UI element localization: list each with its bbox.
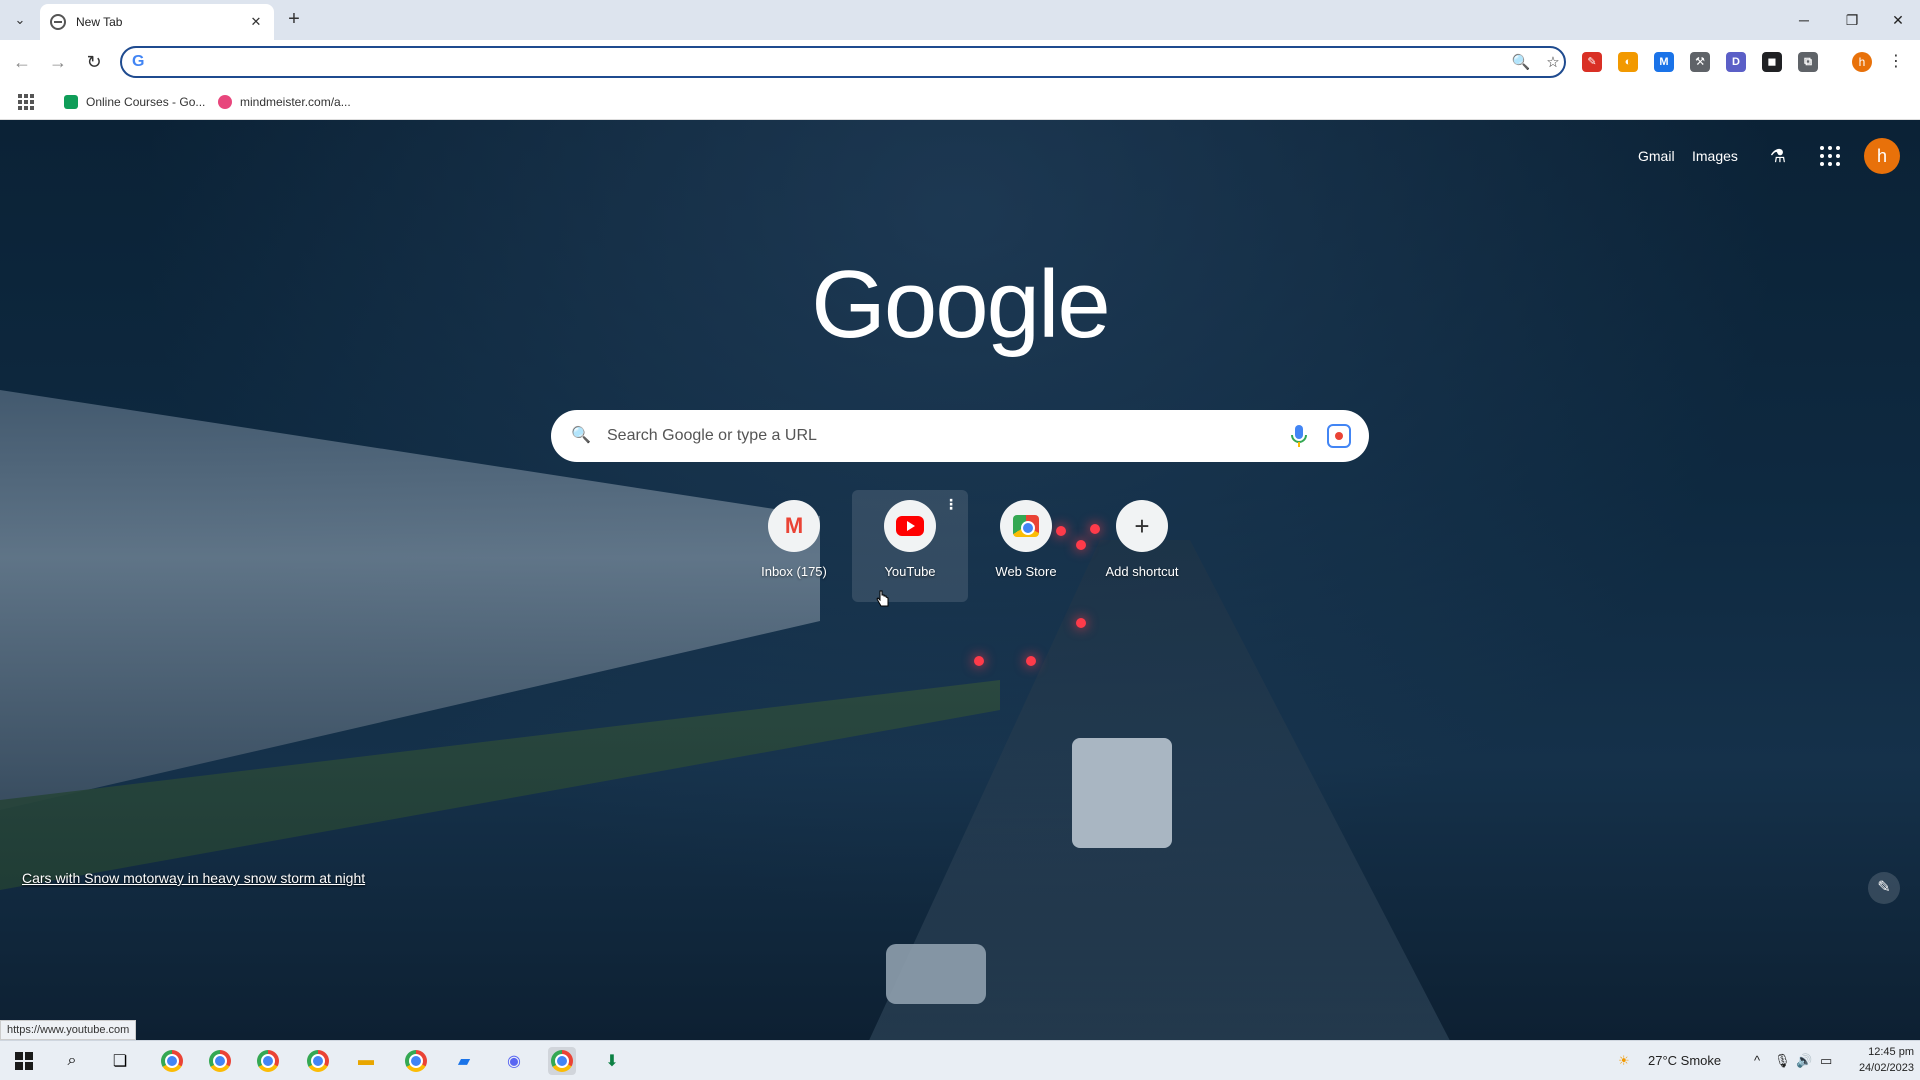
chrome-taskbar-icon[interactable] bbox=[158, 1047, 186, 1075]
tab-strip: ⌄ New Tab ✕ + ─ ❐ ✕ bbox=[0, 0, 1920, 40]
bookmark-label: Online Courses - Go... bbox=[86, 95, 206, 109]
chrome-taskbar-icon[interactable] bbox=[254, 1047, 282, 1075]
shortcut-label: Inbox (175) bbox=[761, 564, 827, 579]
background-van bbox=[1072, 738, 1172, 848]
download-app-icon[interactable]: ⬇ bbox=[598, 1047, 626, 1075]
screen-extension-icon[interactable]: ◼ bbox=[1762, 52, 1782, 72]
background-attribution-link[interactable]: Cars with Snow motorway in heavy snow st… bbox=[22, 870, 365, 894]
start-button[interactable] bbox=[10, 1047, 38, 1075]
volume-icon[interactable]: 🔊 bbox=[1796, 1051, 1812, 1071]
address-bar[interactable]: G 🔍 ☆ bbox=[120, 46, 1566, 78]
labs-flask-icon[interactable]: ⚗ bbox=[1766, 144, 1790, 168]
google-logo: Google bbox=[811, 251, 1111, 358]
chrome-menu-icon[interactable]: ⋮ bbox=[1888, 52, 1904, 72]
search-input[interactable] bbox=[607, 424, 1247, 448]
puzzle-extension-icon[interactable]: ⧉ bbox=[1798, 52, 1818, 72]
tray-chevron-icon[interactable]: ^ bbox=[1754, 1051, 1760, 1071]
discord-icon[interactable]: ◉ bbox=[500, 1047, 528, 1075]
hand-cursor-icon bbox=[876, 590, 889, 607]
bookmarks-bar: Online Courses - Go... mindmeister.com/a… bbox=[0, 84, 1920, 120]
shortcut-web-store[interactable]: Web Store bbox=[968, 490, 1084, 602]
gmail-icon: M bbox=[768, 500, 820, 552]
google-g-icon: G bbox=[132, 53, 145, 70]
notification-icon[interactable]: ▭ bbox=[1820, 1051, 1832, 1071]
windows-icon bbox=[15, 1052, 33, 1070]
tab-title: New Tab bbox=[76, 15, 123, 29]
mindmeister-icon bbox=[218, 95, 232, 109]
file-explorer-icon[interactable]: ▬ bbox=[352, 1047, 380, 1075]
search-taskbar-icon[interactable]: ⌕ bbox=[58, 1047, 86, 1075]
new-tab-button[interactable]: + bbox=[282, 8, 306, 32]
address-input[interactable] bbox=[158, 51, 1478, 73]
reload-button[interactable]: ↻ bbox=[82, 50, 106, 74]
search-icon: 🔍 bbox=[571, 427, 591, 444]
more-options-icon[interactable]: ⋮ bbox=[944, 496, 958, 513]
shortcut-label: YouTube bbox=[884, 564, 936, 579]
customize-pencil-icon[interactable]: ✎ bbox=[1868, 872, 1900, 904]
shortcut-label: Add shortcut bbox=[1105, 564, 1179, 579]
gmail-link[interactable]: Gmail bbox=[1638, 144, 1675, 168]
bookmark-label: mindmeister.com/a... bbox=[240, 95, 351, 109]
microphone-icon[interactable] bbox=[1287, 423, 1311, 449]
chrome-taskbar-icon-active[interactable] bbox=[548, 1047, 576, 1075]
browser-window: ⌄ New Tab ✕ + ─ ❐ ✕ ← → ↻ G 🔍 ☆ ✎ ◐ M ⚒ … bbox=[0, 0, 1920, 1080]
youtube-icon bbox=[884, 500, 936, 552]
profile-avatar[interactable]: h bbox=[1852, 52, 1872, 72]
clock[interactable]: 12:45 pm 24/02/2023 bbox=[1850, 1044, 1914, 1076]
status-bubble: https://www.youtube.com bbox=[0, 1020, 137, 1040]
forward-button[interactable]: → bbox=[46, 50, 70, 74]
bookmark-mindmeister[interactable]: mindmeister.com/a... bbox=[218, 92, 351, 112]
web-store-icon bbox=[1000, 500, 1052, 552]
clock-date: 24/02/2023 bbox=[1858, 1062, 1914, 1074]
tab-search-button[interactable]: ⌄ bbox=[6, 8, 34, 32]
microphone-tray-icon[interactable]: 🎙 bbox=[1774, 1051, 1791, 1071]
plus-icon: + bbox=[1116, 500, 1168, 552]
account-avatar[interactable]: h bbox=[1864, 138, 1900, 174]
globe-icon bbox=[50, 14, 66, 30]
apps-grid-icon[interactable] bbox=[18, 94, 34, 110]
pen-extension-icon[interactable]: ✎ bbox=[1582, 52, 1602, 72]
shortcut-label: Web Store bbox=[995, 564, 1057, 579]
google-lens-icon[interactable] bbox=[1327, 424, 1351, 448]
close-window-button[interactable]: ✕ bbox=[1884, 8, 1912, 32]
google-apps-icon[interactable] bbox=[1820, 146, 1840, 166]
shortcut-youtube[interactable]: YouTube ⋮ bbox=[852, 490, 968, 602]
shortcuts-grid: M Inbox (175) YouTube ⋮ Web Store + Add … bbox=[736, 490, 1200, 610]
tail-light bbox=[974, 656, 984, 666]
chrome-taskbar-icon[interactable] bbox=[304, 1047, 332, 1075]
sheets-icon bbox=[64, 95, 78, 109]
chrome-taskbar-icon[interactable] bbox=[402, 1047, 430, 1075]
tail-light bbox=[1076, 618, 1086, 628]
tail-light bbox=[1026, 656, 1036, 666]
tab-new-tab[interactable]: New Tab ✕ bbox=[40, 4, 274, 40]
task-view-icon[interactable]: ❏ bbox=[106, 1047, 134, 1075]
restore-button[interactable]: ❐ bbox=[1838, 8, 1866, 32]
back-button[interactable]: ← bbox=[10, 50, 34, 74]
bookmark-star-icon[interactable]: ☆ bbox=[1542, 52, 1564, 74]
bookmark-online-courses[interactable]: Online Courses - Go... bbox=[64, 92, 205, 112]
chrome-taskbar-icon[interactable] bbox=[206, 1047, 234, 1075]
background-car bbox=[886, 944, 986, 1004]
search-box[interactable]: 🔍 bbox=[551, 410, 1369, 462]
tools-extension-icon[interactable]: ⚒ bbox=[1690, 52, 1710, 72]
weather-icon: ☀ bbox=[1618, 1053, 1630, 1068]
circle-extension-icon[interactable]: ◐ bbox=[1618, 52, 1638, 72]
shortcut-inbox[interactable]: M Inbox (175) bbox=[736, 490, 852, 602]
weather-text[interactable]: 27°C Smoke bbox=[1648, 1051, 1721, 1071]
notepad-icon[interactable]: ▰ bbox=[450, 1047, 478, 1075]
clock-time: 12:45 pm bbox=[1868, 1046, 1914, 1058]
zoom-icon[interactable]: 🔍 bbox=[1510, 52, 1532, 74]
images-link[interactable]: Images bbox=[1692, 144, 1738, 168]
shortcut-add[interactable]: + Add shortcut bbox=[1084, 490, 1200, 602]
taskbar: ⌕ ❏ ▬ ▰ ◉ ⬇ ☀ 27°C Smoke ^ 🎙 🔊 ▭ 12:45 p… bbox=[0, 1040, 1920, 1080]
d-extension-icon[interactable]: D bbox=[1726, 52, 1746, 72]
close-tab-icon[interactable]: ✕ bbox=[248, 14, 264, 30]
minimize-button[interactable]: ─ bbox=[1790, 8, 1818, 32]
mail-extension-icon[interactable]: M bbox=[1654, 52, 1674, 72]
